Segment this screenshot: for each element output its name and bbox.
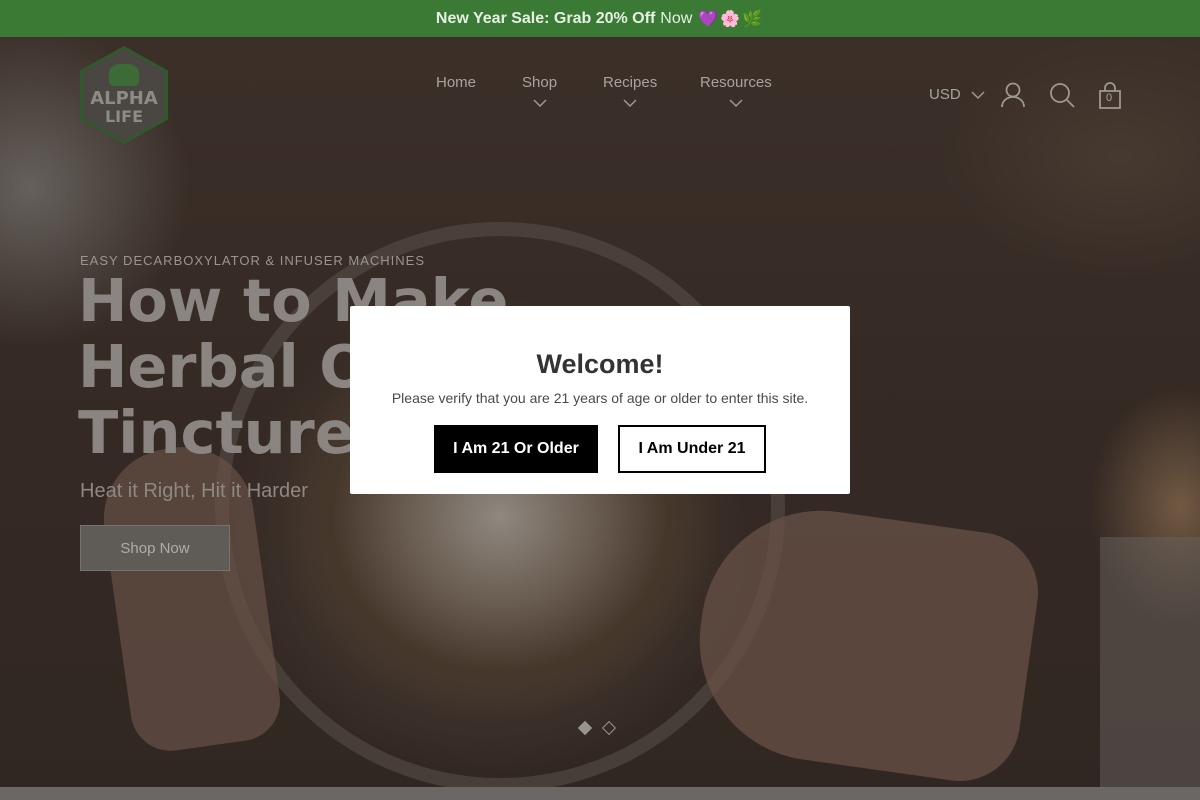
shop-now-button[interactable]: Shop Now <box>80 525 230 571</box>
age-verification-modal: Welcome! Please verify that you are 21 y… <box>350 306 850 494</box>
slideshow-pagination <box>577 720 617 736</box>
logo-mark-icon <box>109 64 139 86</box>
account-icon[interactable] <box>1001 82 1025 108</box>
nav-item-recipes[interactable]: Recipes <box>603 74 657 107</box>
currency-label: USD <box>929 86 961 103</box>
nav-item-label: Resources <box>700 74 772 91</box>
modal-title: Welcome! <box>536 349 664 379</box>
slide-dot[interactable] <box>601 720 617 736</box>
modal-message: Please verify that you are 21 years of a… <box>391 390 809 406</box>
page-section-divider <box>0 787 1200 800</box>
slide-dot[interactable] <box>577 720 593 736</box>
cart-count-badge: 0 <box>1105 92 1113 104</box>
nav-item-label: Home <box>436 74 477 91</box>
nav-item-home[interactable]: Home <box>436 74 476 91</box>
modal-actions: I Am 21 Or Older I Am Under 21 <box>434 425 766 473</box>
chevron-down-icon <box>729 99 743 107</box>
announcement-text: Now <box>660 9 693 27</box>
nav-item-shop[interactable]: Shop <box>522 74 557 107</box>
announcement-bold-text: New Year Sale: Grab 20% Off <box>435 9 656 27</box>
chevron-down-icon <box>623 99 637 107</box>
announcement-bar[interactable]: New Year Sale: Grab 20% Off Now 💜🌸🌿 <box>0 0 1200 37</box>
nav-item-label: Shop <box>522 74 558 91</box>
chevron-down-icon <box>532 99 547 107</box>
nav-item-label: Recipes <box>603 74 658 91</box>
currency-selector[interactable]: USD <box>929 86 985 103</box>
announcement-emoji: 💜🌸🌿 <box>698 10 765 28</box>
confirm-age-button[interactable]: I Am 21 Or Older <box>434 425 598 473</box>
logo-text-line2: LIFE <box>104 107 143 126</box>
logo-text-line1: ALPHA <box>90 88 158 109</box>
search-icon[interactable] <box>1049 82 1075 108</box>
chevron-down-icon <box>971 90 985 99</box>
deny-age-button[interactable]: I Am Under 21 <box>618 425 766 473</box>
nav-item-resources[interactable]: Resources <box>700 74 772 107</box>
hero-subhead: Heat it Right, Hit it Harder <box>80 480 308 502</box>
